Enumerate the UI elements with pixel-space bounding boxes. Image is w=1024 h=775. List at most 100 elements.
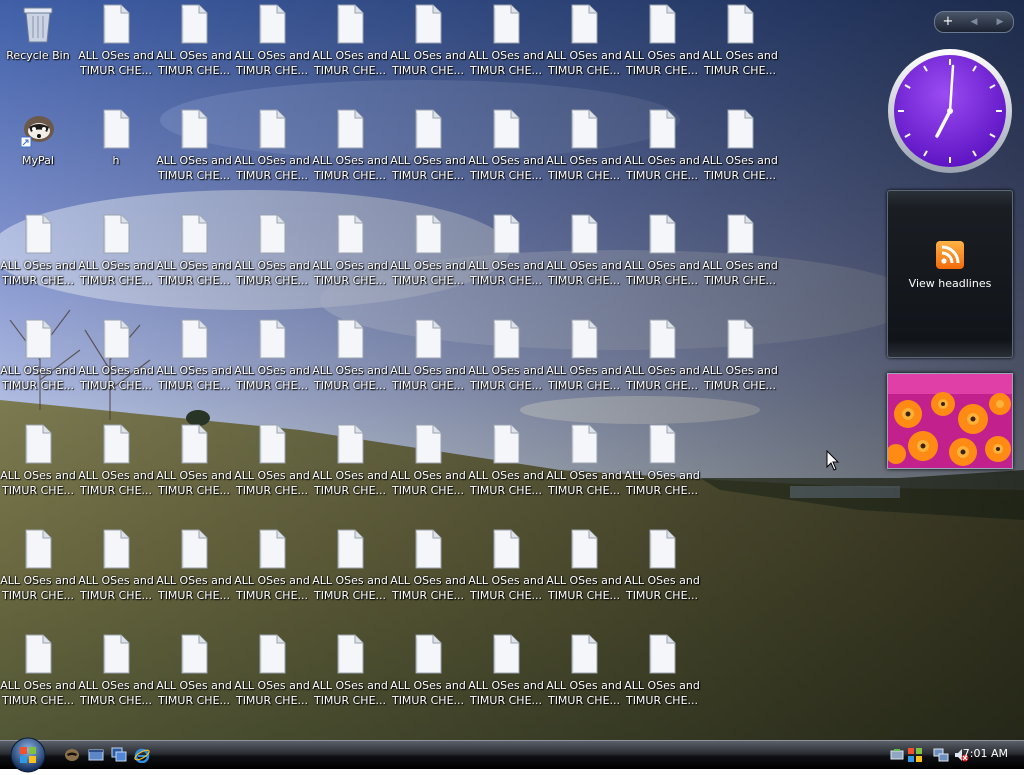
file-shortcut[interactable]: ALL OSes and TIMUR CHE... <box>156 315 232 415</box>
file-shortcut[interactable]: ALL OSes and TIMUR CHE... <box>312 525 388 625</box>
file-label-line1: ALL OSes and <box>546 364 622 377</box>
add-gadget-button[interactable]: + <box>937 12 959 32</box>
file-shortcut[interactable]: ALL OSes and TIMUR CHE... <box>312 420 388 520</box>
file-shortcut[interactable]: ALL OSes and TIMUR CHE... <box>234 525 310 625</box>
file-shortcut[interactable]: ALL OSes and TIMUR CHE... <box>156 420 232 520</box>
file-label-line1: ALL OSes and <box>78 49 154 62</box>
file-shortcut[interactable]: ALL OSes and TIMUR CHE... <box>390 525 466 625</box>
text-document-icon <box>177 424 211 464</box>
file-shortcut[interactable]: ALL OSes and TIMUR CHE... <box>0 210 76 310</box>
file-shortcut[interactable]: ALL OSes and TIMUR CHE... <box>312 105 388 205</box>
security-center-icon[interactable] <box>907 747 923 763</box>
file-shortcut[interactable]: ALL OSes and TIMUR CHE... <box>78 630 154 730</box>
start-button[interactable] <box>8 735 48 775</box>
switch-windows-icon[interactable] <box>111 747 127 763</box>
previous-page-button[interactable]: ◀ <box>963 12 985 32</box>
file-shortcut[interactable]: ALL OSes and TIMUR CHE... <box>468 525 544 625</box>
file-shortcut[interactable]: ALL OSes and TIMUR CHE... <box>546 630 622 730</box>
internet-explorer-icon[interactable] <box>134 747 150 763</box>
file-shortcut[interactable]: ALL OSes and TIMUR CHE... <box>624 315 700 415</box>
file-shortcut[interactable]: ALL OSes and TIMUR CHE... <box>390 420 466 520</box>
file-shortcut[interactable]: ALL OSes and TIMUR CHE... <box>312 0 388 100</box>
file-shortcut[interactable]: ALL OSes and TIMUR CHE... <box>78 420 154 520</box>
file-label-line2: TIMUR CHE... <box>313 589 387 602</box>
file-shortcut[interactable]: ALL OSes and TIMUR CHE... <box>234 0 310 100</box>
text-document-icon <box>333 529 367 569</box>
file-label-line1: ALL OSes and <box>546 49 622 62</box>
file-shortcut[interactable]: ALL OSes and TIMUR CHE... <box>624 420 700 520</box>
file-shortcut[interactable]: ALL OSes and TIMUR CHE... <box>156 105 232 205</box>
text-document-icon <box>21 214 55 254</box>
file-label: ALL OSes and TIMUR CHE... <box>78 48 154 78</box>
file-shortcut[interactable]: ALL OSes and TIMUR CHE... <box>702 0 778 100</box>
file-shortcut[interactable]: ALL OSes and TIMUR CHE... <box>468 630 544 730</box>
file-shortcut[interactable]: ALL OSes and TIMUR CHE... <box>546 525 622 625</box>
file-shortcut[interactable]: ALL OSes and TIMUR CHE... <box>156 630 232 730</box>
file-shortcut[interactable]: ALL OSes and TIMUR CHE... <box>78 525 154 625</box>
file-shortcut[interactable]: ALL OSes and TIMUR CHE... <box>624 210 700 310</box>
file-shortcut[interactable]: ALL OSes and TIMUR CHE... <box>468 315 544 415</box>
file-label-line1: ALL OSes and <box>624 574 700 587</box>
file-shortcut[interactable]: ALL OSes and TIMUR CHE... <box>624 105 700 205</box>
file-shortcut[interactable]: ALL OSes and TIMUR CHE... <box>234 315 310 415</box>
file-shortcut[interactable]: ALL OSes and TIMUR CHE... <box>0 630 76 730</box>
h-file-shortcut[interactable]: h <box>78 105 154 205</box>
next-page-button[interactable]: ▶ <box>989 12 1011 32</box>
feed-headlines-gadget[interactable]: View headlines <box>887 190 1013 358</box>
file-shortcut[interactable]: ALL OSes and TIMUR CHE... <box>546 105 622 205</box>
file-shortcut[interactable]: ALL OSes and TIMUR CHE... <box>78 0 154 100</box>
file-label-line2: TIMUR CHE... <box>625 589 699 602</box>
file-shortcut[interactable]: ALL OSes and TIMUR CHE... <box>624 0 700 100</box>
network-icon[interactable] <box>933 747 949 763</box>
slideshow-gadget[interactable] <box>887 373 1013 469</box>
file-label-line1: ALL OSes and <box>312 259 388 272</box>
file-shortcut[interactable]: ALL OSes and TIMUR CHE... <box>390 0 466 100</box>
file-label: ALL OSes and TIMUR CHE... <box>390 48 466 78</box>
mypal-quicklaunch-icon[interactable] <box>64 747 80 763</box>
file-shortcut[interactable]: ALL OSes and TIMUR CHE... <box>546 210 622 310</box>
file-shortcut[interactable]: ALL OSes and TIMUR CHE... <box>624 630 700 730</box>
text-document-icon <box>333 109 367 149</box>
file-shortcut[interactable]: ALL OSes and TIMUR CHE... <box>546 315 622 415</box>
file-shortcut[interactable]: ALL OSes and TIMUR CHE... <box>234 210 310 310</box>
taskbar-clock[interactable]: 7:01 AM <box>963 747 1008 760</box>
file-shortcut[interactable]: ALL OSes and TIMUR CHE... <box>390 630 466 730</box>
file-shortcut[interactable]: ALL OSes and TIMUR CHE... <box>312 315 388 415</box>
file-shortcut[interactable]: ALL OSes and TIMUR CHE... <box>702 315 778 415</box>
file-shortcut[interactable]: ALL OSes and TIMUR CHE... <box>702 105 778 205</box>
file-shortcut[interactable]: ALL OSes and TIMUR CHE... <box>702 210 778 310</box>
file-label-line1: ALL OSes and <box>546 679 622 692</box>
file-shortcut[interactable]: ALL OSes and TIMUR CHE... <box>78 315 154 415</box>
file-shortcut[interactable]: ALL OSes and TIMUR CHE... <box>234 630 310 730</box>
file-shortcut[interactable]: ALL OSes and TIMUR CHE... <box>156 525 232 625</box>
file-shortcut[interactable]: ALL OSes and TIMUR CHE... <box>78 210 154 310</box>
file-shortcut[interactable]: ALL OSes and TIMUR CHE... <box>624 525 700 625</box>
safely-remove-icon[interactable] <box>889 747 905 763</box>
file-shortcut[interactable]: ALL OSes and TIMUR CHE... <box>234 105 310 205</box>
file-shortcut[interactable]: ALL OSes and TIMUR CHE... <box>390 105 466 205</box>
file-shortcut[interactable]: ALL OSes and TIMUR CHE... <box>468 210 544 310</box>
file-label-line2: TIMUR CHE... <box>703 379 777 392</box>
file-label: ALL OSes and TIMUR CHE... <box>78 468 154 498</box>
file-shortcut[interactable]: ALL OSes and TIMUR CHE... <box>546 420 622 520</box>
show-desktop-icon[interactable] <box>88 747 104 763</box>
file-shortcut[interactable]: ALL OSes and TIMUR CHE... <box>468 420 544 520</box>
file-shortcut[interactable]: ALL OSes and TIMUR CHE... <box>156 210 232 310</box>
view-headlines-link[interactable]: View headlines <box>888 277 1012 290</box>
mypal-shortcut[interactable]: MyPal <box>0 105 76 205</box>
file-shortcut[interactable]: ALL OSes and TIMUR CHE... <box>390 210 466 310</box>
file-shortcut[interactable]: ALL OSes and TIMUR CHE... <box>312 630 388 730</box>
recycle-bin-shortcut[interactable]: Recycle Bin <box>0 0 76 100</box>
file-shortcut[interactable]: ALL OSes and TIMUR CHE... <box>234 420 310 520</box>
clock-gadget[interactable] <box>887 48 1013 174</box>
file-shortcut[interactable]: ALL OSes and TIMUR CHE... <box>0 420 76 520</box>
file-label-line2: TIMUR CHE... <box>547 64 621 77</box>
file-shortcut[interactable]: ALL OSes and TIMUR CHE... <box>468 0 544 100</box>
file-shortcut[interactable]: ALL OSes and TIMUR CHE... <box>390 315 466 415</box>
file-shortcut[interactable]: ALL OSes and TIMUR CHE... <box>546 0 622 100</box>
file-shortcut[interactable]: ALL OSes and TIMUR CHE... <box>468 105 544 205</box>
file-shortcut[interactable]: ALL OSes and TIMUR CHE... <box>0 525 76 625</box>
file-shortcut[interactable]: ALL OSes and TIMUR CHE... <box>0 315 76 415</box>
file-shortcut[interactable]: ALL OSes and TIMUR CHE... <box>312 210 388 310</box>
file-shortcut[interactable]: ALL OSes and TIMUR CHE... <box>156 0 232 100</box>
